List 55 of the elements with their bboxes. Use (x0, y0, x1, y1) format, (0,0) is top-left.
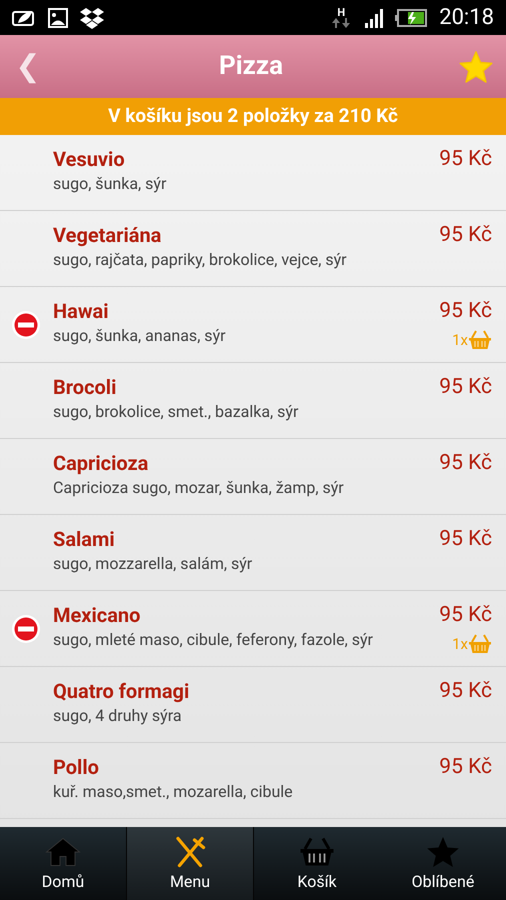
item-name: Vesuvio (53, 146, 126, 172)
item-name: Capricioza (53, 450, 150, 476)
image-icon (48, 8, 68, 28)
cart-banner: V košíku jsou 2 položky za 210 Kč (0, 98, 506, 135)
battery-icon (395, 8, 428, 26)
box-icon (80, 6, 104, 30)
remove-icon[interactable] (11, 614, 41, 644)
menu-item[interactable]: Mexicano sugo, mleté maso, cibule, feferony, fazole, sýr 95 Kč 1x (0, 591, 506, 667)
basket-icon (468, 328, 492, 352)
menu-item[interactable]: Brocoli sugo, brokolice, smet., bazalka, sýr 95 Kč (0, 363, 506, 439)
item-ingredients: sugo, brokolice, smet., bazalka, sýr (53, 401, 300, 423)
item-name: Quatro formagi (53, 678, 190, 704)
item-name: Salami (53, 526, 116, 552)
tab[interactable]: Menu (126, 827, 254, 900)
star-icon[interactable] (458, 48, 494, 84)
item-ingredients: sugo, šunka, sýr (53, 173, 168, 195)
basket-icon (468, 632, 492, 656)
remove-icon[interactable] (11, 310, 41, 340)
menu-item[interactable]: Vesuvio sugo, šunka, sýr 95 Kč (0, 135, 506, 211)
tab[interactable]: Oblíbené (380, 827, 506, 900)
network-type: H (337, 7, 346, 18)
item-price: 95 Kč (439, 754, 492, 780)
item-ingredients: sugo, mleté maso, cibule, feferony, fazole, sýr (53, 629, 374, 651)
item-name: Brocoli (53, 374, 118, 400)
clock: 20:18 (439, 4, 494, 32)
tab[interactable]: Košík (254, 827, 380, 900)
item-price: 95 Kč (439, 298, 492, 324)
data-arrows-icon (331, 18, 352, 28)
page-title: Pizza (218, 50, 284, 83)
menu-item[interactable]: Vegetariána sugo, rajčata, papriky, brokolice, vejce, sýr 95 Kč (0, 211, 506, 287)
item-ingredients: Capricioza sugo, mozar, šunka, žamp, sýr (53, 477, 345, 499)
menu-item[interactable]: Capricioza Capricioza sugo, mozar, šunka, žamp, sýr 95 Kč (0, 439, 506, 515)
menu-item[interactable]: Quatro formagi sugo, 4 druhy sýra 95 Kč (0, 667, 506, 743)
menu-item[interactable]: Pollo kuř. maso,smet., mozarella, cibule 95 Kč (0, 743, 506, 819)
item-price: 95 Kč (439, 450, 492, 476)
item-name: Pollo (53, 754, 100, 780)
item-price: 95 Kč (439, 222, 492, 248)
item-ingredients: sugo, 4 druhy sýra (53, 705, 183, 727)
item-name: Vegetariána (53, 222, 162, 248)
menu-item[interactable]: Hawai sugo, šunka, ananas, sýr 95 Kč 1x (0, 287, 506, 363)
item-ingredients: sugo, mozzarella, salám, sýr (53, 553, 254, 575)
item-price: 95 Kč (439, 602, 492, 628)
cart-quantity: 1x (452, 634, 468, 655)
cart-quantity: 1x (452, 330, 468, 351)
item-price: 95 Kč (439, 678, 492, 704)
item-ingredients: sugo, rajčata, papriky, brokolice, vejce, sýr (53, 249, 348, 271)
item-name: Mexicano (53, 602, 142, 628)
item-price: 95 Kč (439, 374, 492, 400)
item-name: Hawai (53, 298, 110, 324)
item-price: 95 Kč (439, 526, 492, 552)
item-ingredients: kuř. maso,smet., mozarella, cibule (53, 781, 294, 803)
item-ingredients: sugo, šunka, ananas, sýr (53, 325, 227, 347)
menu-item[interactable]: Salami sugo, mozzarella, salám, sýr 95 Kč (0, 515, 506, 591)
tab[interactable]: Domů (0, 827, 126, 900)
item-price: 95 Kč (439, 146, 492, 172)
